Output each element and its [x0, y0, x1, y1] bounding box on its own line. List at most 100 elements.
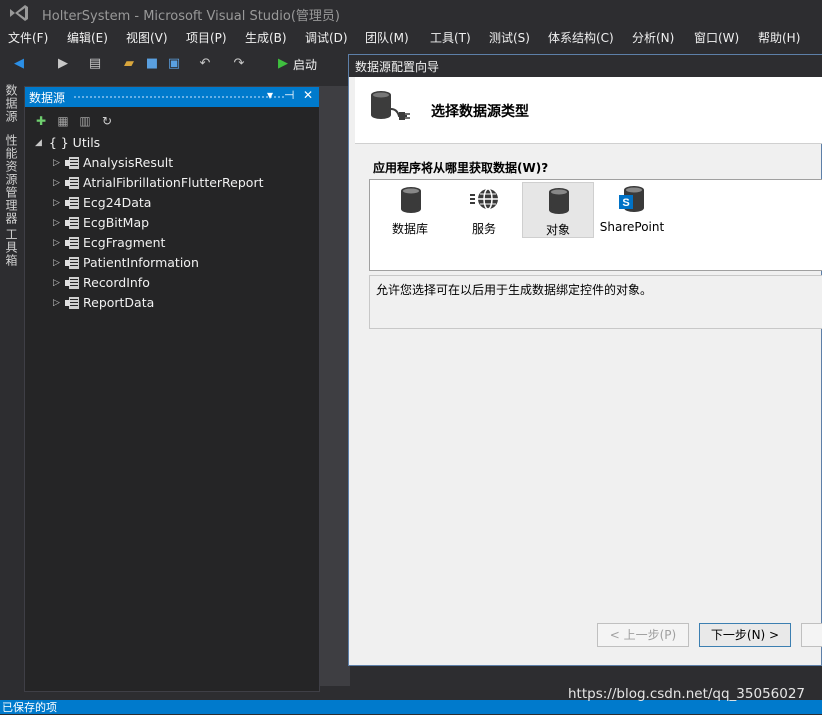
expand-icon[interactable]: ▷ [53, 278, 63, 288]
dialog-title: 数据源配置向导 [355, 60, 440, 74]
class-object-icon [65, 256, 79, 269]
expand-icon[interactable]: ▷ [53, 158, 63, 168]
save-icon[interactable]: ■ [143, 55, 161, 73]
side-tab-performance-explorer[interactable]: 性能资源管理器 [3, 134, 20, 225]
undo-icon[interactable]: ↶ [196, 55, 214, 73]
sharepoint-icon: S [619, 186, 644, 212]
type-option-sharepoint[interactable]: S SharePoint [596, 182, 668, 238]
pin-icon[interactable]: ⊣ [284, 88, 294, 102]
edit-dataset-icon[interactable]: ▦ [55, 113, 71, 129]
tree-item[interactable]: ▷ EcgFragment [53, 235, 165, 253]
expand-icon[interactable]: ▷ [53, 298, 63, 308]
type-label-object: 对象 [545, 223, 570, 237]
menu-build[interactable]: 生成(B) [245, 29, 287, 46]
type-label-database: 数据库 [391, 222, 428, 236]
tree-item[interactable]: ▷ Ecg24Data [53, 195, 151, 213]
class-object-icon [65, 216, 79, 229]
tree-root[interactable]: ◢ { } Utils [35, 135, 100, 153]
save-all-icon[interactable]: ▣ [165, 55, 183, 73]
window-title: HolterSystem - Microsoft Visual Studio(管… [42, 9, 340, 24]
data-sources-panel: 数据源 ▾ ⊣ ✕ ✚ ▦ ▥ ↻ ◢ { } Utils ▷ AnalysisR… [24, 86, 320, 692]
menu-tools[interactable]: 工具(T) [430, 29, 471, 46]
expand-icon[interactable]: ▷ [53, 258, 63, 268]
type-label-service: 服务 [471, 222, 496, 236]
visual-studio-logo-icon [10, 5, 28, 21]
dialog-title-bar: 数据源配置向导 [349, 55, 822, 77]
status-text: 已保存的项 [2, 701, 57, 714]
refresh-icon[interactable]: ↻ [99, 113, 115, 129]
tree-item-label: Ecg24Data [83, 195, 152, 210]
class-object-icon [65, 156, 79, 169]
class-object-icon [65, 196, 79, 209]
editor-area [320, 86, 350, 686]
database-icon [401, 187, 421, 213]
expand-icon[interactable]: ▷ [53, 238, 63, 248]
expand-icon[interactable]: ▷ [53, 198, 63, 208]
data-source-header-icon [371, 91, 410, 120]
dialog-header: 选择数据源类型 [355, 77, 822, 144]
tree-item-label: AnalysisResult [83, 155, 174, 170]
menu-analyze[interactable]: 分析(N) [632, 29, 674, 46]
menu-view[interactable]: 视图(V) [126, 29, 168, 46]
title-bar: HolterSystem - Microsoft Visual Studio(管… [0, 0, 822, 26]
add-data-source-icon[interactable]: ✚ [33, 113, 49, 129]
open-folder-icon[interactable]: ▰ [120, 55, 138, 73]
type-option-service[interactable]: 服务 [448, 182, 520, 238]
start-icon[interactable]: ▶ [274, 55, 292, 73]
side-tab-data-sources[interactable]: 数据源 [3, 84, 20, 123]
redo-icon[interactable]: ↷ [230, 55, 248, 73]
watermark: https://blog.csdn.net/qq_35056027 [568, 686, 806, 702]
expand-icon[interactable]: ▷ [53, 218, 63, 228]
type-option-database[interactable]: 数据库 [374, 182, 446, 238]
menu-project[interactable]: 项目(P) [186, 29, 227, 46]
menu-test[interactable]: 测试(S) [489, 29, 530, 46]
menu-team[interactable]: 团队(M) [365, 29, 409, 46]
class-object-icon [65, 236, 79, 249]
tree-item[interactable]: ▷ ReportData [53, 295, 154, 313]
data-sources-title: 数据源 [29, 91, 66, 105]
description-box: 允许您选择可在以后用于生成数据绑定控件的对象。 [369, 275, 822, 329]
menu-architecture[interactable]: 体系结构(C) [548, 29, 614, 46]
question-label: 应用程序将从哪里获取数据(W)? [373, 161, 549, 175]
toolbar: ◀ ▶ ▤ ▰ ■ ▣ ↶ ↷ ▶ 启动 [0, 50, 350, 78]
tree-item[interactable]: ▷ EcgBitMap [53, 215, 149, 233]
type-label-sharepoint: SharePoint [599, 220, 665, 234]
navigate-forward-icon[interactable]: ▶ [54, 55, 72, 73]
object-icon [549, 188, 569, 214]
menu-window[interactable]: 窗口(W) [694, 29, 739, 46]
tree-item[interactable]: ▷ RecordInfo [53, 275, 150, 293]
menu-debug[interactable]: 调试(D) [305, 29, 348, 46]
service-icon [470, 188, 498, 210]
start-button[interactable]: 启动 [293, 56, 317, 73]
menu-help[interactable]: 帮助(H) [758, 29, 800, 46]
tree-item-label: EcgFragment [83, 235, 166, 250]
status-bar: 已保存的项 [0, 700, 822, 714]
configure-dataset-icon[interactable]: ▥ [77, 113, 93, 129]
data-sources-header: 数据源 ▾ ⊣ ✕ [25, 87, 319, 107]
class-object-icon [65, 276, 79, 289]
tree-item-label: AtrialFibrillationFlutterReport [83, 175, 264, 190]
previous-button[interactable]: < 上一步(P) [597, 623, 689, 647]
data-sources-toolbar: ✚ ▦ ▥ ↻ [25, 109, 319, 133]
new-project-icon[interactable]: ▤ [86, 55, 104, 73]
panel-dropdown-icon[interactable]: ▾ [267, 88, 273, 102]
tree-item-label: RecordInfo [83, 275, 150, 290]
collapse-icon[interactable]: ◢ [35, 138, 45, 148]
navigate-back-icon[interactable]: ◀ [10, 55, 28, 73]
drag-grip[interactable] [73, 95, 285, 99]
menu-bar: 文件(F) 编辑(E) 视图(V) 项目(P) 生成(B) 调试(D) 团队(M… [0, 26, 822, 48]
next-button[interactable]: 下一步(N) > [699, 623, 791, 647]
side-tab-toolbox[interactable]: 工具箱 [3, 228, 20, 267]
close-icon[interactable]: ✕ [303, 88, 313, 102]
dialog-footer: < 上一步(P) 下一步(N) > [349, 611, 822, 665]
data-source-type-list: 数据库 服务 对象 S SharePoint [369, 179, 822, 271]
tree-item[interactable]: ▷ PatientInformation [53, 255, 199, 273]
menu-edit[interactable]: 编辑(E) [67, 29, 108, 46]
class-object-icon [65, 296, 79, 309]
type-option-object[interactable]: 对象 [522, 182, 594, 238]
expand-icon[interactable]: ▷ [53, 178, 63, 188]
tree-item[interactable]: ▷ AnalysisResult [53, 155, 173, 173]
cancel-button[interactable] [801, 623, 822, 647]
tree-item[interactable]: ▷ AtrialFibrillationFlutterReport [53, 175, 263, 193]
menu-file[interactable]: 文件(F) [8, 29, 48, 46]
